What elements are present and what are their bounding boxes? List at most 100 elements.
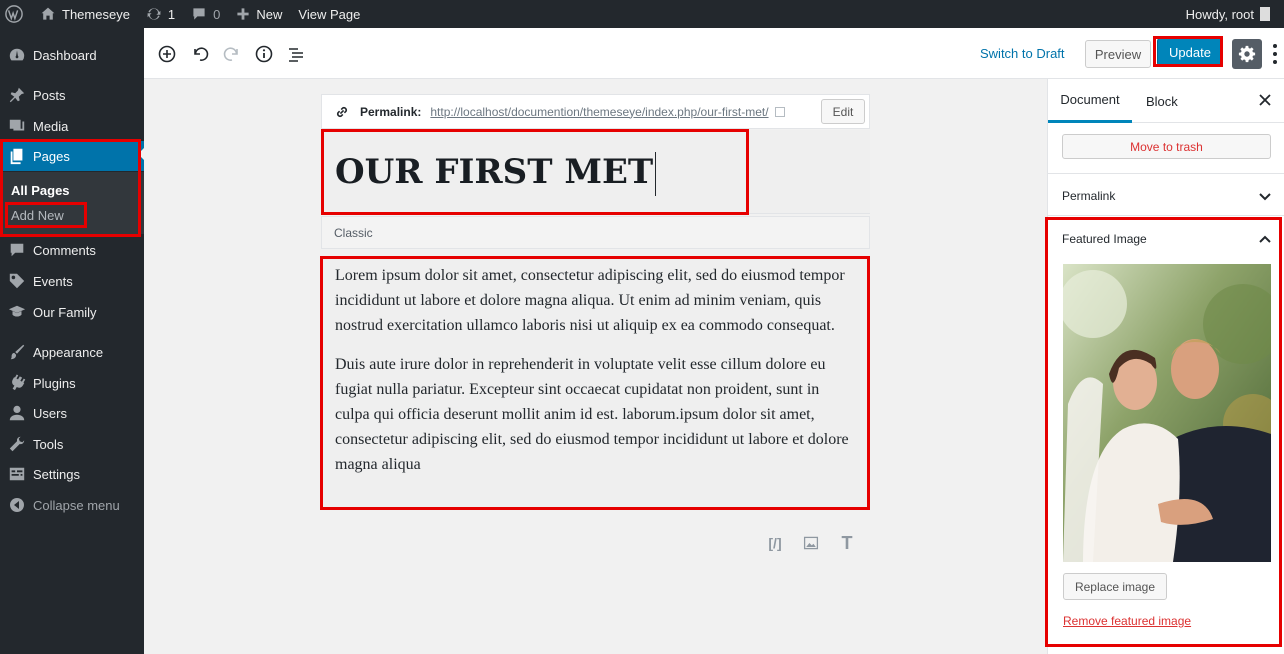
sidebar-item-label: Media [33,118,69,134]
sidebar-item-pages[interactable]: Pages [0,141,144,171]
my-account-link[interactable]: Howdy, root [1178,0,1284,28]
dashboard-icon [9,48,25,61]
chevron-up-icon[interactable] [1258,234,1272,244]
view-page-link[interactable]: View Page [290,0,368,28]
howdy-text: Howdy, root [1185,6,1254,22]
sidebar-item-appearance[interactable]: Appearance [0,337,144,367]
brush-icon [10,344,25,360]
new-label: New [256,6,283,22]
divider [1048,173,1284,174]
chevron-down-icon[interactable] [1258,192,1272,202]
submenu-add-new[interactable]: Add New [11,208,64,223]
settings-gear-button[interactable] [1232,39,1262,69]
current-menu-arrow [138,148,144,160]
more-dot [1273,44,1277,48]
admin-bar: Themeseye 1 0 New View Page Howdy, root [0,0,1284,28]
remove-featured-image-link[interactable]: Remove featured image [1063,614,1191,628]
sidebar-item-users[interactable]: Users [0,398,144,428]
classic-block-content[interactable]: Lorem ipsum dolor sit amet, consectetur … [321,257,870,509]
site-name: Themeseye [62,6,130,22]
permalink-bar: Permalink: http://localhost/documention/… [321,94,870,129]
pin-icon [9,87,25,103]
info-icon[interactable] [253,43,275,65]
collapse-icon [10,498,24,512]
text-caret [655,152,657,196]
more-dot [1273,60,1277,64]
sidebar-item-media[interactable]: Media [0,111,144,141]
updates-link[interactable]: 1 [138,0,183,28]
new-content-link[interactable]: New [228,0,290,28]
sidebar-item-comments[interactable]: Comments [0,235,144,265]
sidebar-item-events[interactable]: Events [0,266,144,296]
more-dot [1273,52,1277,56]
tag-icon [9,273,25,289]
graduation-cap-icon [8,305,26,317]
document-settings-panel: Document Block Move to trash Permalink F… [1047,79,1284,654]
permalink-panel-toggle[interactable]: Permalink [1062,189,1115,203]
image-block-icon[interactable] [800,533,822,553]
post-title-input[interactable]: OUR FIRST MET [335,152,657,196]
shortcode-block-icon[interactable]: [/] [764,533,786,553]
sidebar-item-posts[interactable]: Posts [0,80,144,110]
edit-permalink-button[interactable]: Edit [821,99,865,124]
post-title-text: OUR FIRST MET [335,152,654,192]
divider [1048,215,1284,216]
sidebar-item-dashboard[interactable]: Dashboard [0,40,144,70]
sidebar-item-tools[interactable]: Tools [0,429,144,459]
sidebar-item-label: Users [33,405,67,421]
user-icon [9,405,25,421]
comments-link[interactable]: 0 [183,0,228,28]
avatar [1260,7,1270,21]
classic-block-toolbar[interactable]: Classic [321,216,870,249]
view-page-label: View Page [298,6,361,22]
gear-icon [1238,45,1256,63]
post-title-area[interactable]: OUR FIRST MET [321,130,870,214]
sidebar-item-label: Posts [33,87,66,103]
permalink-url-link[interactable]: http://localhost/documention/themeseye/i… [430,105,768,119]
paragraph[interactable]: Duis aute irure dolor in reprehenderit i… [335,352,856,477]
external-link-icon [774,106,785,117]
sidebar-item-our-family[interactable]: Our Family [0,297,144,327]
move-to-trash-button[interactable]: Move to trash [1062,134,1271,159]
sidebar-item-label: Comments [33,242,96,258]
paragraph[interactable]: Lorem ipsum dolor sit amet, consectetur … [335,263,856,338]
permalink-label: Permalink: [360,104,422,119]
site-name-link[interactable]: Themeseye [32,0,138,28]
add-block-icon[interactable] [156,43,178,65]
preview-button[interactable]: Preview [1085,40,1151,68]
switch-to-draft-button[interactable]: Switch to Draft [980,46,1065,61]
home-icon [41,7,55,20]
wrench-icon [9,436,25,452]
undo-icon[interactable] [189,43,211,65]
sidebar-item-label: Tools [33,436,64,452]
more-options-button[interactable] [1270,42,1280,66]
admin-sidebar: Dashboard Posts Media Pages All Pages Ad… [0,28,144,654]
panel-tabs: Document Block [1048,79,1284,123]
sidebar-item-plugins[interactable]: Plugins [0,368,144,398]
outline-list-icon[interactable] [285,43,307,65]
editor-header: Switch to Draft Preview Update [144,28,1284,79]
featured-image-preview[interactable] [1063,264,1271,562]
comments-count: 0 [213,6,221,22]
plugin-icon [12,374,26,391]
refresh-icon [147,8,161,20]
sidebar-item-label: Our Family [33,304,97,320]
wordpress-logo-icon[interactable] [2,0,32,28]
sidebar-item-label: Appearance [33,344,104,360]
media-icon [9,119,25,131]
redo-icon[interactable] [221,43,243,65]
classic-block-label: Classic [334,225,373,240]
updates-count: 1 [167,6,176,22]
close-icon[interactable] [1258,93,1272,107]
collapse-menu-button[interactable]: Collapse menu [0,490,144,520]
text-block-icon[interactable]: T [836,533,858,553]
replace-image-button[interactable]: Replace image [1063,573,1167,600]
tab-document[interactable]: Document [1048,79,1132,123]
featured-image-panel-toggle[interactable]: Featured Image [1062,232,1147,246]
pages-submenu: All Pages Add New [0,172,144,234]
submenu-all-pages[interactable]: All Pages [11,183,70,198]
sidebar-item-settings[interactable]: Settings [0,459,144,489]
link-icon [336,106,348,117]
update-button[interactable]: Update [1157,38,1223,66]
tab-block[interactable]: Block [1146,79,1178,123]
